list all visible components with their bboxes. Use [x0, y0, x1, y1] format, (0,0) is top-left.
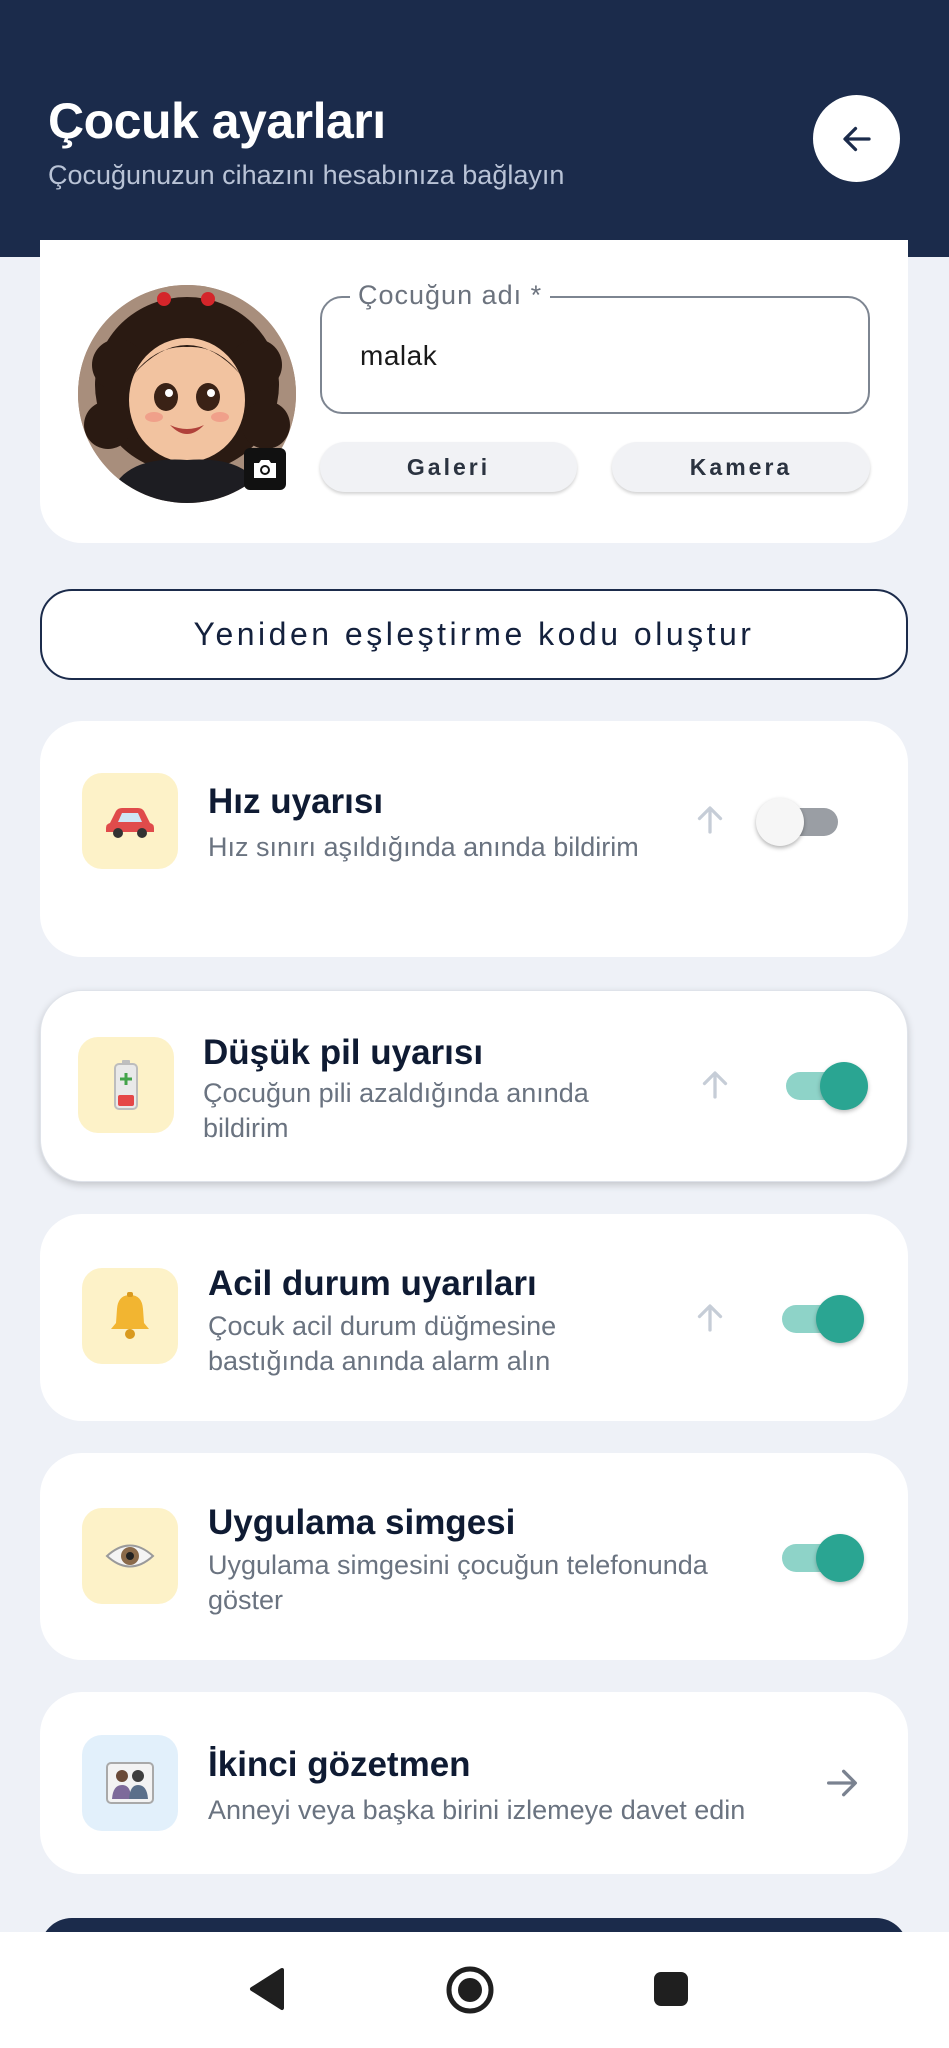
speed-alert-description: Hız sınırı aşıldığında anında bildirim	[208, 832, 639, 862]
child-name-field[interactable]: Çocuğun adı * malak	[320, 280, 870, 414]
page-title: Çocuk ayarları	[48, 93, 386, 149]
speed-alert-title: Hız uyarısı	[208, 782, 384, 821]
low-battery-toggle[interactable]	[786, 1062, 868, 1110]
nav-home-icon[interactable]	[444, 1964, 496, 2016]
system-navigation-bar	[0, 1932, 949, 2048]
bell-icon	[82, 1268, 178, 1364]
app-icon-toggle[interactable]	[782, 1534, 864, 1582]
app-icon-title: Uygulama simgesi	[208, 1503, 516, 1542]
nav-back-icon[interactable]	[248, 1966, 288, 2012]
arrow-up-icon[interactable]	[692, 1300, 728, 1336]
child-name-value[interactable]: malak	[360, 340, 437, 372]
page-subtitle: Çocuğunuzun cihazını hesabınıza bağlayın	[48, 160, 565, 190]
emergency-alert-title: Acil durum uyarıları	[208, 1264, 537, 1303]
camera-badge-icon[interactable]	[244, 448, 286, 490]
nav-recents-icon[interactable]	[652, 1970, 690, 2008]
eye-icon	[82, 1508, 178, 1604]
arrow-right-icon[interactable]	[822, 1763, 862, 1803]
toggle-knob	[816, 1534, 864, 1582]
battery-icon	[78, 1037, 174, 1133]
emergency-alert-toggle[interactable]	[782, 1295, 864, 1343]
arrow-up-icon[interactable]	[692, 802, 728, 838]
app-icon-description: Uygulama simgesini çocuğun telefonunda g…	[208, 1550, 708, 1615]
car-icon	[82, 773, 178, 869]
arrow-up-icon[interactable]	[697, 1067, 733, 1103]
arrow-left-icon	[842, 126, 871, 151]
second-guardian-title: İkinci gözetmen	[208, 1745, 471, 1784]
camera-icon	[254, 460, 276, 478]
camera-button[interactable]: Kamera	[612, 442, 870, 492]
toggle-knob	[756, 798, 804, 846]
second-guardian-description: Anneyi veya başka birini izlemeye davet …	[208, 1795, 746, 1825]
regenerate-pairing-code-button[interactable]: Yeniden eşleştirme kodu oluştur	[40, 589, 908, 680]
back-button[interactable]	[813, 95, 900, 182]
toggle-knob	[816, 1295, 864, 1343]
speed-alert-toggle[interactable]	[756, 798, 838, 846]
child-name-label: Çocuğun adı *	[350, 280, 551, 311]
low-battery-description: Çocuğun pili azaldığında anında bildirim	[203, 1078, 589, 1143]
family-icon	[82, 1735, 178, 1831]
toggle-knob	[820, 1062, 868, 1110]
app-header: Çocuk ayarları Çocuğunuzun cihazını hesa…	[0, 0, 949, 257]
emergency-alert-description: Çocuk acil durum düğmesine bastığında an…	[208, 1311, 557, 1376]
gallery-button[interactable]: Galeri	[320, 442, 577, 492]
low-battery-title: Düşük pil uyarısı	[203, 1033, 484, 1072]
